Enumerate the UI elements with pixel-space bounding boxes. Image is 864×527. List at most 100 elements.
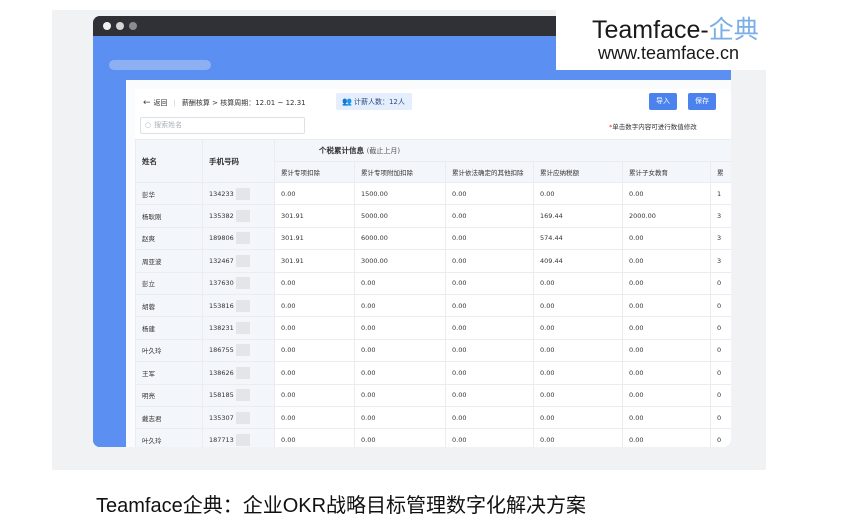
- cell-value[interactable]: 0.00: [533, 405, 623, 430]
- cell-value[interactable]: 0.00: [274, 405, 355, 430]
- table-row[interactable]: 周亚波 132467 301.91 3000.00 0.00 409.44 0.00 3: [135, 249, 731, 273]
- cell-value[interactable]: 301.91: [274, 204, 355, 228]
- cell-value[interactable]: 0.00: [533, 338, 623, 363]
- cell-value[interactable]: 0.00: [622, 181, 711, 206]
- cell-value[interactable]: 1500.00: [354, 181, 446, 206]
- cell-value[interactable]: 0.00: [445, 293, 534, 318]
- table-row[interactable]: 彭华 134233 0.00 1500.00 0.00 0.00 0.00 1: [135, 181, 731, 206]
- cell-value[interactable]: 0.00: [622, 271, 711, 295]
- cell-value[interactable]: 0.00: [274, 428, 355, 447]
- address-bar[interactable]: [109, 60, 211, 70]
- cell-value[interactable]: 0.00: [354, 271, 446, 295]
- cell-value[interactable]: 301.91: [274, 226, 355, 251]
- search-input[interactable]: ○ 搜索姓名: [140, 117, 305, 134]
- import-button[interactable]: 导入: [649, 93, 677, 110]
- table-row[interactable]: 彭立 137630 0.00 0.00 0.00 0.00 0.00 0: [135, 271, 731, 295]
- back-link[interactable]: 返回: [154, 98, 168, 108]
- cell-value[interactable]: 0.00: [445, 361, 534, 385]
- cell-value[interactable]: 0: [710, 361, 731, 385]
- phone-text: 132467: [209, 256, 234, 265]
- cell-value[interactable]: 0.00: [622, 293, 711, 318]
- cell-value[interactable]: 3000.00: [354, 249, 446, 273]
- cell-value[interactable]: 0.00: [533, 316, 623, 340]
- cell-value[interactable]: 5000.00: [354, 204, 446, 228]
- cell-value[interactable]: 0.00: [533, 181, 623, 206]
- cell-value[interactable]: 0.00: [533, 361, 623, 385]
- cell-value[interactable]: 0: [710, 338, 731, 363]
- cell-value[interactable]: 301.91: [274, 249, 355, 273]
- table-row[interactable]: 杨耿刚 135382 301.91 5000.00 0.00 169.44 2000.00 3: [135, 204, 731, 228]
- cell-value[interactable]: 0.00: [533, 293, 623, 318]
- cell-value[interactable]: 2000.00: [622, 204, 711, 228]
- cell-value[interactable]: 0.00: [622, 338, 711, 363]
- cell-value[interactable]: 169.44: [533, 204, 623, 228]
- cell-value[interactable]: 6000.00: [354, 226, 446, 251]
- cell-value[interactable]: 0.00: [622, 383, 711, 407]
- table-row[interactable]: 胡蓉 153816 0.00 0.00 0.00 0.00 0.00 0: [135, 293, 731, 318]
- cell-name: 杨耿刚: [135, 204, 203, 228]
- cell-value[interactable]: 0.00: [622, 249, 711, 273]
- cell-value[interactable]: 1: [710, 181, 731, 206]
- cell-value[interactable]: 0.00: [445, 249, 534, 273]
- cell-value[interactable]: 0.00: [445, 204, 534, 228]
- cell-value[interactable]: 0.00: [445, 428, 534, 447]
- cell-value[interactable]: 0.00: [622, 226, 711, 251]
- cell-value[interactable]: 0: [710, 316, 731, 340]
- cell-value[interactable]: 0.00: [622, 316, 711, 340]
- cell-value[interactable]: 0.00: [445, 383, 534, 407]
- cell-value[interactable]: 3: [710, 226, 731, 251]
- cell-value[interactable]: 0.00: [445, 226, 534, 251]
- cell-value[interactable]: 0.00: [622, 405, 711, 430]
- table-row[interactable]: 王军 138626 0.00 0.00 0.00 0.00 0.00 0: [135, 361, 731, 385]
- cell-value[interactable]: 0: [710, 405, 731, 430]
- window-minimize-dot[interactable]: [116, 22, 124, 30]
- cell-value[interactable]: 0.00: [274, 181, 355, 206]
- brand-name-cn: 企典: [708, 16, 759, 44]
- cell-value[interactable]: 0.00: [354, 338, 446, 363]
- back-arrow-icon[interactable]: ←: [143, 98, 151, 108]
- payroll-table-wrapper[interactable]: 姓名 手机号码 个税累计信息 (截止上月) 累计专项扣除 累计专项附加扣除 累计依法…: [135, 139, 731, 447]
- table-row[interactable]: 戴志君 135307 0.00 0.00 0.00 0.00 0.00 0: [135, 405, 731, 430]
- cell-value[interactable]: 0: [710, 293, 731, 318]
- cell-value[interactable]: 0.00: [533, 271, 623, 295]
- cell-value[interactable]: 0.00: [274, 271, 355, 295]
- cell-value[interactable]: 0.00: [445, 181, 534, 206]
- save-button[interactable]: 保存: [688, 93, 716, 110]
- cell-value[interactable]: 0.00: [354, 293, 446, 318]
- cell-value[interactable]: 0.00: [533, 428, 623, 447]
- cell-value[interactable]: 0.00: [274, 361, 355, 385]
- cell-value[interactable]: 0.00: [445, 405, 534, 430]
- table-row[interactable]: 杨建 138231 0.00 0.00 0.00 0.00 0.00 0: [135, 316, 731, 340]
- cell-phone: 138626: [202, 361, 275, 385]
- cell-value[interactable]: 0.00: [622, 428, 711, 447]
- cell-value[interactable]: 0: [710, 383, 731, 407]
- cell-value[interactable]: 0.00: [274, 383, 355, 407]
- cell-value[interactable]: 0.00: [533, 383, 623, 407]
- window-close-dot[interactable]: [103, 22, 111, 30]
- cell-value[interactable]: 0: [710, 271, 731, 295]
- table-row[interactable]: 叶久玲 187713 0.00 0.00 0.00 0.00 0.00 0: [135, 428, 731, 447]
- cell-value[interactable]: 0.00: [354, 383, 446, 407]
- table-row[interactable]: 赵爽 189806 301.91 6000.00 0.00 574.44 0.00 3: [135, 226, 731, 251]
- cell-value[interactable]: 0.00: [445, 271, 534, 295]
- cell-value[interactable]: 0.00: [354, 316, 446, 340]
- brand-name: Teamface-企典: [592, 10, 759, 46]
- table-row[interactable]: 明亮 158185 0.00 0.00 0.00 0.00 0.00 0: [135, 383, 731, 407]
- cell-value[interactable]: 0.00: [445, 338, 534, 363]
- phone-mask: [235, 277, 250, 290]
- window-maximize-dot[interactable]: [129, 22, 137, 30]
- cell-value[interactable]: 3: [710, 249, 731, 273]
- cell-value[interactable]: 0: [710, 428, 731, 447]
- cell-value[interactable]: 0.00: [274, 316, 355, 340]
- cell-value[interactable]: 0.00: [274, 293, 355, 318]
- cell-value[interactable]: 409.44: [533, 249, 623, 273]
- cell-value[interactable]: 0.00: [622, 361, 711, 385]
- cell-value[interactable]: 0.00: [354, 361, 446, 385]
- cell-value[interactable]: 0.00: [274, 338, 355, 363]
- cell-value[interactable]: 0.00: [354, 405, 446, 430]
- cell-value[interactable]: 574.44: [533, 226, 623, 251]
- cell-value[interactable]: 0.00: [445, 316, 534, 340]
- cell-value[interactable]: 0.00: [354, 428, 446, 447]
- table-row[interactable]: 叶久玲 186755 0.00 0.00 0.00 0.00 0.00 0: [135, 338, 731, 363]
- cell-value[interactable]: 3: [710, 204, 731, 228]
